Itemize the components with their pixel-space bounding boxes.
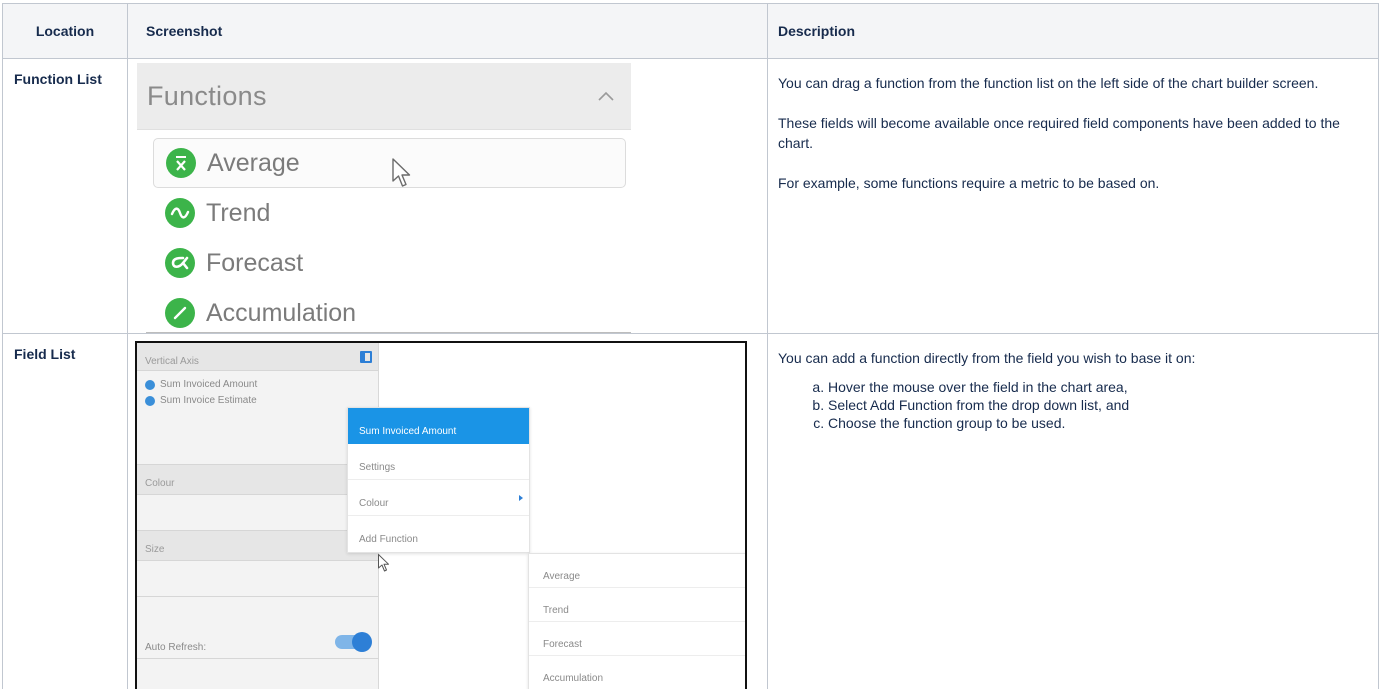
- field-item[interactable]: Sum Invoice Estimate: [137, 393, 378, 409]
- chevron-up-icon[interactable]: [595, 85, 617, 107]
- function-label: Average: [207, 149, 300, 177]
- functions-panel-header[interactable]: Functions: [137, 63, 631, 130]
- divider: [146, 332, 631, 333]
- header-screenshot: Screenshot: [127, 3, 768, 59]
- mouse-pointer-icon: [392, 158, 411, 187]
- menu-item-colour[interactable]: Colour: [348, 480, 529, 516]
- location-cell: Field List: [2, 333, 128, 689]
- submenu-item-average[interactable]: Average: [529, 554, 745, 588]
- function-item-forecast[interactable]: Forecast: [153, 238, 626, 288]
- auto-refresh-label: Auto Refresh:: [145, 642, 207, 653]
- field-dot-icon: [145, 396, 155, 406]
- submenu-item-accumulation[interactable]: Accumulation: [529, 656, 745, 689]
- step-item: Select Add Function from the drop down l…: [828, 396, 1368, 414]
- vertical-axis-label: Vertical Axis: [145, 356, 199, 367]
- functions-panel-title: Functions: [147, 81, 267, 111]
- field-dot-icon: [145, 380, 155, 390]
- functions-list: Average Trend Forecast Accumulation: [137, 130, 631, 338]
- auto-refresh-toggle[interactable]: [335, 632, 372, 652]
- description-paragraph: These fields will become available once …: [778, 115, 1340, 151]
- description-paragraph: For example, some functions require a me…: [778, 175, 1160, 191]
- size-header[interactable]: Size •••: [137, 531, 378, 561]
- description-paragraph: You can drag a function from the functio…: [778, 75, 1319, 91]
- size-label: Size: [145, 544, 165, 555]
- function-item-accumulation[interactable]: Accumulation: [153, 288, 626, 338]
- location-cell: Function List: [2, 58, 128, 334]
- field-list-screenshot: Vertical Axis Sum Invoiced Amount Sum In…: [135, 341, 747, 689]
- documentation-table: Location Screenshot Description Function…: [2, 3, 1379, 689]
- functions-panel: Functions Average Trend Forecast Accumul…: [137, 63, 631, 333]
- vertical-axis-fields: Sum Invoiced Amount Sum Invoice Estimate: [137, 371, 378, 465]
- row-function-list: Function List Functions Average Trend Fo…: [2, 58, 1379, 334]
- toggle-knob: [352, 632, 372, 652]
- field-context-menu: Sum Invoiced Amount Settings Colour Add …: [347, 407, 530, 553]
- accumulation-icon: [165, 298, 195, 328]
- mouse-pointer-icon: [378, 554, 389, 572]
- screenshot-cell: Functions Average Trend Forecast Accumul…: [127, 58, 768, 334]
- header-location: Location: [2, 3, 128, 59]
- colour-header[interactable]: Colour: [137, 465, 378, 495]
- menu-item-add-function[interactable]: Add Function: [348, 516, 529, 552]
- description-cell: You can add a function directly from the…: [767, 333, 1379, 689]
- trend-icon: [165, 198, 195, 228]
- size-drop-zone[interactable]: [137, 561, 378, 597]
- forecast-icon: [165, 248, 195, 278]
- vertical-axis-header[interactable]: Vertical Axis: [137, 343, 378, 371]
- function-item-average[interactable]: Average: [153, 138, 626, 188]
- function-label: Accumulation: [206, 299, 357, 327]
- submenu-item-trend[interactable]: Trend: [529, 588, 745, 622]
- menu-item-field-name[interactable]: Sum Invoiced Amount: [348, 408, 529, 444]
- function-submenu: Average Trend Forecast Accumulation: [528, 553, 745, 689]
- header-description: Description: [767, 3, 1379, 59]
- colour-drop-zone[interactable]: [137, 495, 378, 531]
- field-label: Sum Invoice Estimate: [160, 395, 257, 406]
- auto-refresh-row: Auto Refresh:: [137, 625, 379, 659]
- submenu-arrow-icon: [519, 495, 523, 501]
- steps-list: Hover the mouse over the field in the ch…: [828, 378, 1368, 432]
- function-label: Forecast: [206, 249, 304, 277]
- header-row: Location Screenshot Description: [2, 3, 1379, 59]
- function-item-trend[interactable]: Trend: [153, 188, 626, 238]
- description-intro: You can add a function directly from the…: [778, 350, 1196, 366]
- function-label: Trend: [206, 199, 271, 227]
- submenu-item-forecast[interactable]: Forecast: [529, 622, 745, 656]
- screenshot-cell: Vertical Axis Sum Invoiced Amount Sum In…: [127, 333, 768, 689]
- average-icon: [166, 148, 196, 178]
- menu-item-label: Colour: [359, 498, 389, 509]
- panel-toggle-icon[interactable]: [360, 351, 372, 363]
- menu-item-settings[interactable]: Settings: [348, 444, 529, 480]
- colour-label: Colour: [145, 478, 175, 489]
- step-item: Hover the mouse over the field in the ch…: [828, 378, 1368, 396]
- row-field-list: Field List Vertical Axis Sum Invoiced Am…: [2, 333, 1379, 689]
- description-cell: You can drag a function from the functio…: [767, 58, 1379, 334]
- step-item: Choose the function group to be used.: [828, 414, 1368, 432]
